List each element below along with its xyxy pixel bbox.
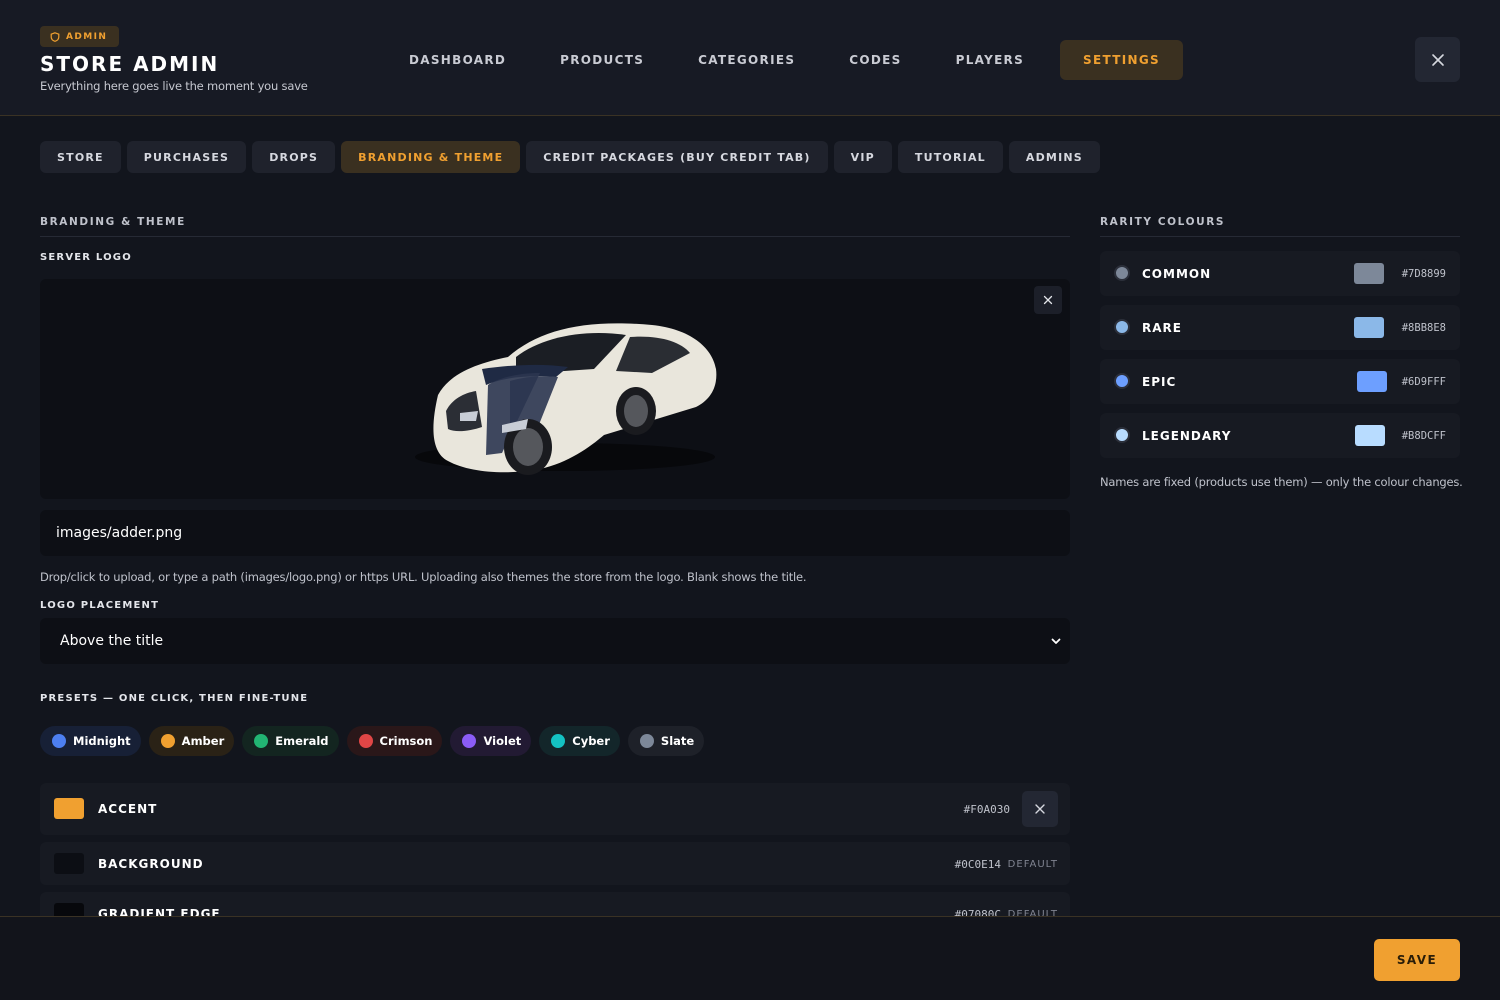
rarity-divider: [1100, 236, 1460, 237]
preset-violet[interactable]: Violet: [450, 726, 532, 756]
reset-accent-button[interactable]: [1022, 791, 1058, 827]
page-title: STORE ADMIN: [40, 52, 220, 76]
remove-logo-button[interactable]: [1034, 286, 1062, 314]
preset-color-dot: [551, 734, 566, 748]
background-hex: #0C0E14: [954, 858, 1001, 871]
rarity-hex: #B8DCFF: [1401, 430, 1446, 442]
rarity-hex: #6D9FFF: [1401, 376, 1446, 388]
rarity-row-epic: EPIC #6D9FFF: [1100, 359, 1460, 404]
rarity-dot: [1114, 265, 1130, 281]
branding-section-title: BRANDING & THEME: [40, 216, 186, 228]
rarity-dot: [1114, 373, 1130, 389]
rarity-dot: [1114, 319, 1130, 335]
close-icon: [1035, 804, 1045, 814]
rarity-section-title: RARITY COLOURS: [1100, 216, 1226, 228]
settings-tabs: STORE PURCHASES DROPS BRANDING & THEME C…: [40, 141, 1100, 173]
preset-list: Midnight Amber Emerald Crimson Violet Cy…: [40, 726, 705, 756]
main-nav: DASHBOARD PRODUCTS CATEGORIES CODES PLAY…: [391, 40, 1201, 80]
rarity-color-swatch[interactable]: [1354, 263, 1384, 284]
preset-color-dot: [639, 734, 654, 748]
rarity-hex: #7D8899: [1401, 268, 1446, 280]
preset-color-dot: [52, 734, 66, 748]
admin-badge: ADMIN: [40, 26, 120, 47]
theme-row-label: BACKGROUND: [98, 857, 204, 871]
rarity-color-swatch[interactable]: [1354, 317, 1384, 338]
close-button[interactable]: [1415, 37, 1460, 82]
close-icon: [1431, 53, 1444, 66]
rarity-note: Names are fixed (products use them) — on…: [1100, 475, 1463, 489]
tab-credit-packages[interactable]: CREDIT PACKAGES (BUY CREDIT TAB): [526, 141, 828, 173]
preset-amber[interactable]: Amber: [148, 726, 235, 756]
background-color-swatch[interactable]: [54, 853, 84, 874]
rarity-color-swatch[interactable]: [1357, 371, 1387, 392]
page-subtitle: Everything here goes live the moment you…: [40, 79, 308, 93]
rarity-name: RARE: [1142, 321, 1182, 335]
server-logo-label: SERVER LOGO: [40, 252, 132, 263]
theme-row-accent: ACCENT #F0A030: [40, 783, 1070, 835]
default-tag: DEFAULT: [1007, 859, 1058, 870]
save-button[interactable]: SAVE: [1374, 939, 1460, 981]
logo-placement-label: LOGO PLACEMENT: [40, 600, 160, 611]
nav-players[interactable]: PLAYERS: [938, 40, 1042, 80]
preset-emerald[interactable]: Emerald: [242, 726, 339, 756]
logo-placement-select[interactable]: Above the title: [40, 618, 1070, 664]
preset-color-dot: [358, 734, 373, 748]
tab-branding-theme[interactable]: BRANDING & THEME: [341, 141, 521, 173]
presets-label: PRESETS — ONE CLICK, THEN FINE-TUNE: [40, 693, 309, 704]
header: ADMIN STORE ADMIN Everything here goes l…: [0, 0, 1500, 116]
nav-categories[interactable]: CATEGORIES: [680, 40, 813, 80]
accent-hex: #F0A030: [963, 803, 1010, 816]
rarity-name: LEGENDARY: [1142, 429, 1232, 443]
tab-drops[interactable]: DROPS: [252, 141, 336, 173]
logo-hint: Drop/click to upload, or type a path (im…: [40, 570, 807, 584]
tab-vip[interactable]: VIP: [833, 141, 892, 173]
nav-products[interactable]: PRODUCTS: [542, 40, 662, 80]
preset-label: Amber: [181, 734, 225, 748]
logo-placement-value: Above the title: [60, 633, 164, 649]
preset-label: Cyber: [572, 734, 610, 748]
rarity-hex: #8BB8E8: [1401, 322, 1446, 334]
preset-label: Slate: [660, 734, 695, 748]
preset-label: Violet: [483, 734, 522, 748]
rarity-row-common: COMMON #7D8899: [1100, 251, 1460, 296]
rarity-name: COMMON: [1142, 267, 1212, 281]
preset-label: Crimson: [379, 734, 433, 748]
preset-crimson[interactable]: Crimson: [346, 726, 443, 756]
rarity-color-swatch[interactable]: [1355, 425, 1385, 446]
preset-midnight[interactable]: Midnight: [40, 726, 141, 756]
logo-preview-image: [415, 323, 717, 475]
footer-bar: SAVE: [0, 916, 1500, 1000]
nav-settings[interactable]: SETTINGS: [1060, 40, 1183, 80]
preset-slate[interactable]: Slate: [627, 726, 705, 756]
rarity-row-legendary: LEGENDARY #B8DCFF: [1100, 413, 1460, 458]
shield-icon: [50, 31, 60, 42]
preset-cyber[interactable]: Cyber: [539, 726, 620, 756]
preset-color-dot: [160, 734, 175, 748]
close-icon: [1043, 295, 1053, 305]
theme-row-background: BACKGROUND #0C0E14 DEFAULT: [40, 842, 1070, 885]
preset-label: Midnight: [73, 734, 131, 748]
nav-codes[interactable]: CODES: [831, 40, 919, 80]
rarity-row-rare: RARE #8BB8E8: [1100, 305, 1460, 350]
rarity-dot: [1114, 427, 1130, 443]
preset-label: Emerald: [275, 734, 329, 748]
tab-store[interactable]: STORE: [40, 141, 121, 173]
rarity-name: EPIC: [1142, 375, 1177, 389]
theme-row-label: ACCENT: [98, 802, 158, 816]
logo-dropzone[interactable]: [40, 279, 1070, 499]
preset-color-dot: [462, 734, 477, 748]
tab-admins[interactable]: ADMINS: [1008, 141, 1100, 173]
preset-color-dot: [254, 734, 269, 748]
branding-divider: [40, 236, 1070, 237]
chevron-down-icon: [1051, 638, 1061, 644]
nav-dashboard[interactable]: DASHBOARD: [391, 40, 524, 80]
tab-purchases[interactable]: PURCHASES: [126, 141, 247, 173]
admin-badge-label: ADMIN: [66, 31, 108, 42]
tab-tutorial[interactable]: TUTORIAL: [897, 141, 1003, 173]
logo-path-input[interactable]: images/adder.png: [40, 510, 1070, 556]
accent-color-swatch[interactable]: [54, 798, 84, 819]
